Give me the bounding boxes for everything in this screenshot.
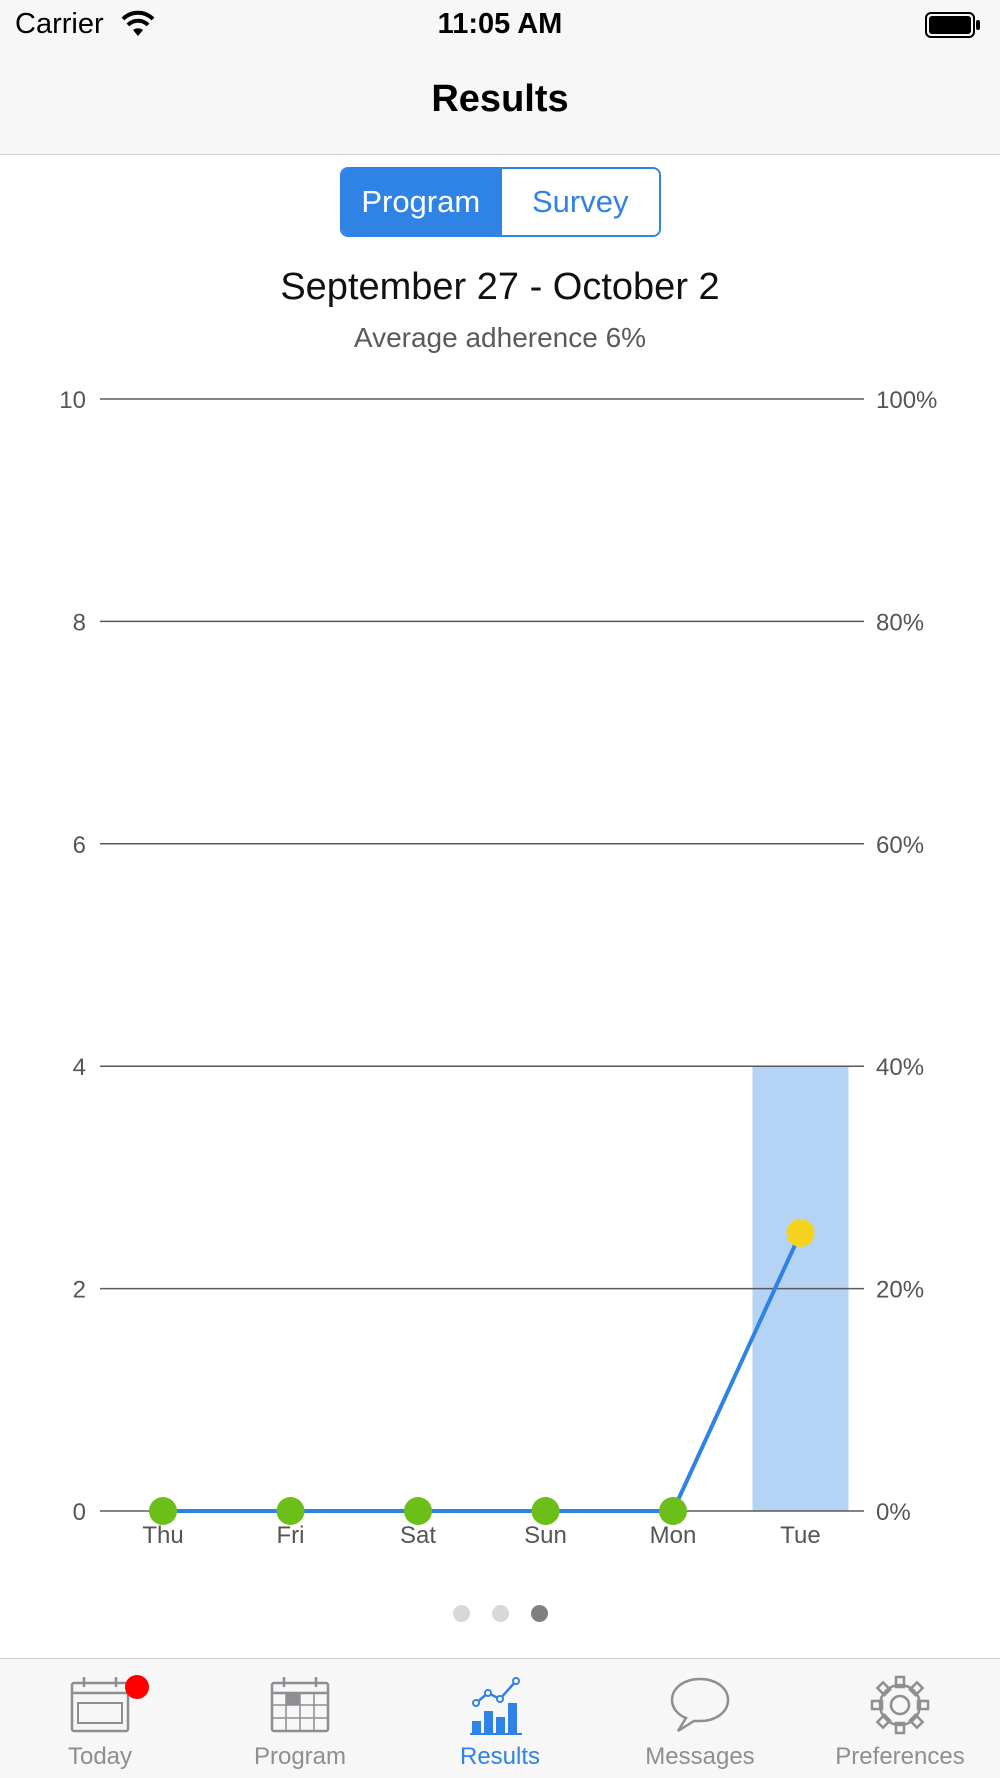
x-tick-label: Fri (277, 1522, 305, 1549)
tab-today-label: Today (67, 1743, 133, 1770)
navigation-bar: Results (0, 52, 1000, 155)
y-left-tick-label: 6 (73, 832, 86, 859)
average-adherence-label: Average adherence 6% (353, 322, 647, 353)
page-dot[interactable] (530, 1605, 548, 1622)
tab-program-label: Program (253, 1743, 347, 1770)
gear-icon (870, 1675, 930, 1735)
segment-program[interactable]: Program (342, 169, 500, 235)
clock: 11:05 AM (437, 8, 563, 40)
chart-point (531, 1497, 560, 1525)
y-right-tick-label: 40% (876, 1054, 924, 1081)
tab-today[interactable]: Today (0, 1659, 200, 1778)
status-bar: Carrier 11:05 AM (0, 0, 1000, 52)
tab-bar: Today Program Results Messages Preferenc… (0, 1658, 1000, 1778)
results-chart-icon (470, 1677, 522, 1735)
y-right-tick-label: 0% (876, 1499, 911, 1526)
page-indicator[interactable] (0, 1605, 1000, 1622)
chart-svg: 0 0% 2 20% 4 40% 6 60% 8 80% 10 100% Thu Fri Sat Sun Mon… (59, 387, 937, 1549)
tab-results[interactable]: Results (400, 1659, 600, 1778)
x-tick-label: Sat (400, 1522, 436, 1549)
segmented-control: Program Survey (340, 167, 661, 237)
adherence-chart: 0 0% 2 20% 4 40% 6 60% 8 80% 10 100% Thu Fri Sat Sun Mon… (0, 370, 1000, 1560)
tab-messages-label: Messages (645, 1743, 755, 1770)
y-left-tick-label: 10 (59, 387, 86, 414)
page-dot[interactable] (491, 1605, 509, 1622)
chart-point (659, 1497, 687, 1525)
tab-preferences[interactable]: Preferences (800, 1659, 1000, 1778)
y-left-tick-label: 0 (73, 1499, 86, 1526)
page-title: Results (431, 78, 569, 120)
date-range-title: September 27 - October 2 (280, 266, 720, 308)
battery-icon (925, 12, 980, 38)
speech-bubble-icon (670, 1677, 730, 1733)
tab-program[interactable]: Program (200, 1659, 400, 1778)
chart-line (163, 1232, 803, 1513)
segment-survey[interactable]: Survey (499, 169, 659, 235)
calendar-today-icon (70, 1677, 130, 1733)
y-right-tick-label: 80% (876, 609, 924, 636)
y-right-tick-label: 20% (876, 1277, 924, 1304)
notification-badge (125, 1675, 149, 1699)
chart-point (149, 1497, 177, 1525)
x-tick-label: Tue (780, 1522, 820, 1549)
chart-point (404, 1497, 432, 1525)
tab-preferences-label: Preferences (835, 1743, 965, 1770)
tab-messages[interactable]: Messages (600, 1659, 800, 1778)
page-dot[interactable] (452, 1605, 470, 1622)
y-left-tick-label: 8 (73, 609, 86, 636)
chart-point (786, 1219, 815, 1247)
y-right-tick-label: 100% (876, 387, 937, 414)
x-tick-label: Mon (650, 1522, 697, 1549)
x-tick-label: Thu (142, 1522, 183, 1549)
x-tick-label: Sun (524, 1522, 567, 1549)
y-left-tick-label: 4 (73, 1054, 86, 1081)
calendar-grid-icon (270, 1677, 330, 1733)
tab-results-label: Results (459, 1743, 541, 1770)
chart-point (276, 1497, 305, 1525)
y-right-tick-label: 60% (876, 832, 924, 859)
y-left-tick-label: 2 (73, 1277, 86, 1304)
